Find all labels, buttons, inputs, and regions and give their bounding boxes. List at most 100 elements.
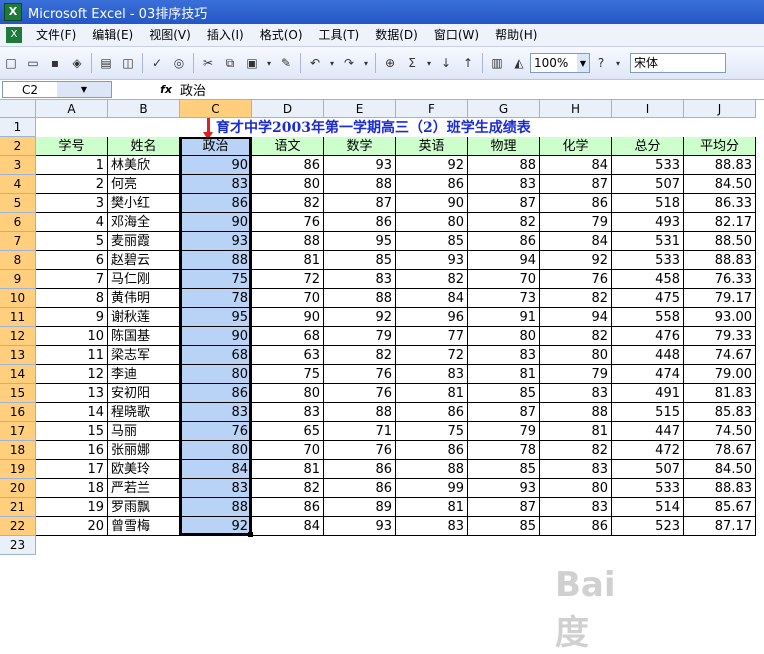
- data-cell[interactable]: 76: [324, 365, 396, 384]
- data-cell[interactable]: 86: [396, 403, 468, 422]
- data-cell[interactable]: 507: [612, 460, 684, 479]
- column-header-a[interactable]: A: [36, 100, 108, 118]
- data-cell[interactable]: 93: [468, 479, 540, 498]
- data-cell[interactable]: 80: [540, 479, 612, 498]
- data-cell[interactable]: 515: [612, 403, 684, 422]
- data-cell[interactable]: 91: [468, 308, 540, 327]
- format-painter-icon[interactable]: ✎: [277, 54, 295, 72]
- data-cell[interactable]: 448: [612, 346, 684, 365]
- data-cell[interactable]: 何亮: [108, 175, 180, 194]
- paste-dropdown-icon[interactable]: ▾: [265, 54, 273, 72]
- data-cell[interactable]: 93: [324, 156, 396, 175]
- data-cell[interactable]: 70: [252, 289, 324, 308]
- data-cell[interactable]: 88.83: [684, 251, 756, 270]
- hyperlink-icon[interactable]: ⊕: [381, 54, 399, 72]
- row-header-5[interactable]: 5: [0, 194, 36, 213]
- column-header-i[interactable]: I: [612, 100, 684, 118]
- data-cell[interactable]: 99: [396, 479, 468, 498]
- data-cell[interactable]: 491: [612, 384, 684, 403]
- data-cell[interactable]: 85.83: [684, 403, 756, 422]
- data-cell[interactable]: 81: [468, 365, 540, 384]
- data-cell[interactable]: 19: [36, 498, 108, 517]
- data-cell[interactable]: 86: [468, 232, 540, 251]
- data-cell[interactable]: 518: [612, 194, 684, 213]
- data-cell[interactable]: 欧美玲: [108, 460, 180, 479]
- data-cell[interactable]: 87: [468, 403, 540, 422]
- data-cell[interactable]: 林美欣: [108, 156, 180, 175]
- column-header-d[interactable]: D: [252, 100, 324, 118]
- data-cell[interactable]: 79: [324, 327, 396, 346]
- data-cell[interactable]: 邓海全: [108, 213, 180, 232]
- data-cell[interactable]: 75: [396, 422, 468, 441]
- column-header-g[interactable]: G: [468, 100, 540, 118]
- data-cell[interactable]: 84: [540, 156, 612, 175]
- data-cell[interactable]: 10: [36, 327, 108, 346]
- menu-view[interactable]: 视图(V): [141, 25, 199, 45]
- data-cell[interactable]: 80: [252, 384, 324, 403]
- data-cell[interactable]: 93: [180, 232, 252, 251]
- data-cell[interactable]: 80: [180, 365, 252, 384]
- print-icon[interactable]: ▤: [97, 54, 115, 72]
- data-cell[interactable]: 63: [252, 346, 324, 365]
- data-cell[interactable]: 84: [396, 289, 468, 308]
- data-cell[interactable]: 92: [180, 517, 252, 536]
- data-cell[interactable]: 罗雨飘: [108, 498, 180, 517]
- data-cell[interactable]: 81: [540, 422, 612, 441]
- data-cell[interactable]: 523: [612, 517, 684, 536]
- chevron-down-icon[interactable]: ▼: [57, 82, 111, 97]
- font-select[interactable]: 宋体: [630, 53, 726, 73]
- data-cell[interactable]: 陈国基: [108, 327, 180, 346]
- data-cell[interactable]: 7: [36, 270, 108, 289]
- sort-descending-icon[interactable]: ↑: [459, 54, 477, 72]
- data-cell[interactable]: 88: [180, 498, 252, 517]
- data-cell[interactable]: 533: [612, 479, 684, 498]
- data-cell[interactable]: 79: [540, 365, 612, 384]
- menu-insert[interactable]: 插入(I): [199, 25, 252, 45]
- data-cell[interactable]: 95: [180, 308, 252, 327]
- data-cell[interactable]: 86: [540, 517, 612, 536]
- row-header-14[interactable]: 14: [0, 365, 36, 384]
- data-cell[interactable]: 曾雪梅: [108, 517, 180, 536]
- data-cell[interactable]: 81: [396, 384, 468, 403]
- data-cell[interactable]: 80: [180, 441, 252, 460]
- data-cell[interactable]: 79.00: [684, 365, 756, 384]
- data-cell[interactable]: 85: [468, 460, 540, 479]
- undo-dropdown-icon[interactable]: ▾: [328, 54, 336, 72]
- data-cell[interactable]: 严若兰: [108, 479, 180, 498]
- data-cell[interactable]: 68: [252, 327, 324, 346]
- zoom-select[interactable]: 100% ▼: [530, 53, 590, 73]
- data-cell[interactable]: 79: [540, 213, 612, 232]
- data-cell[interactable]: 80: [540, 346, 612, 365]
- row-header-9[interactable]: 9: [0, 270, 36, 289]
- data-cell[interactable]: 15: [36, 422, 108, 441]
- row-header-2[interactable]: 2: [0, 137, 36, 156]
- data-cell[interactable]: 86: [324, 460, 396, 479]
- data-cell[interactable]: 82: [324, 346, 396, 365]
- data-cell[interactable]: 86.33: [684, 194, 756, 213]
- header-cell-g[interactable]: 物理: [468, 137, 540, 156]
- data-cell[interactable]: 80: [468, 327, 540, 346]
- data-cell[interactable]: 79.33: [684, 327, 756, 346]
- data-cell[interactable]: 533: [612, 156, 684, 175]
- row-header-16[interactable]: 16: [0, 403, 36, 422]
- data-cell[interactable]: 82: [540, 327, 612, 346]
- data-cell[interactable]: 75: [252, 365, 324, 384]
- data-cell[interactable]: 92: [540, 251, 612, 270]
- data-cell[interactable]: 92: [324, 308, 396, 327]
- spelling-icon[interactable]: ✓: [148, 54, 166, 72]
- data-cell[interactable]: 87: [540, 175, 612, 194]
- data-cell[interactable]: 75: [180, 270, 252, 289]
- row-header-17[interactable]: 17: [0, 422, 36, 441]
- data-cell[interactable]: 558: [612, 308, 684, 327]
- data-cell[interactable]: 89: [324, 498, 396, 517]
- row-header-7[interactable]: 7: [0, 232, 36, 251]
- column-header-f[interactable]: F: [396, 100, 468, 118]
- data-cell[interactable]: 12: [36, 365, 108, 384]
- data-cell[interactable]: 82: [252, 479, 324, 498]
- row-header-12[interactable]: 12: [0, 327, 36, 346]
- data-cell[interactable]: 87: [468, 194, 540, 213]
- data-cell[interactable]: 493: [612, 213, 684, 232]
- data-cell[interactable]: 87: [468, 498, 540, 517]
- data-cell[interactable]: 17: [36, 460, 108, 479]
- new-icon[interactable]: □: [2, 54, 20, 72]
